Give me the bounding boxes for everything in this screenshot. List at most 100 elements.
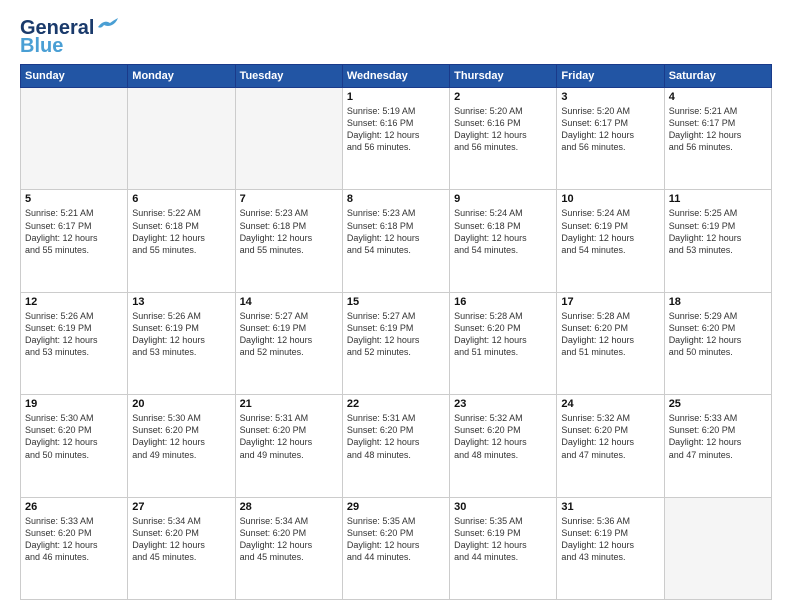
day-number: 15	[347, 296, 445, 308]
day-info: Sunrise: 5:27 AM Sunset: 6:19 PM Dayligh…	[240, 310, 338, 359]
day-number: 24	[561, 398, 659, 410]
calendar-day-empty	[128, 88, 235, 190]
calendar-day-12: 12Sunrise: 5:26 AM Sunset: 6:19 PM Dayli…	[21, 292, 128, 394]
calendar-day-28: 28 Sunrise: 5:34 AM Sunset: 6:20 PM Dayli…	[235, 497, 342, 599]
day-info: Sunrise: 5:34 AM Sunset: 6:20 PM Dayligh…	[132, 515, 230, 564]
calendar-day-8: 8 Sunrise: 5:23 AM Sunset: 6:18 PM Daylig…	[342, 190, 449, 292]
calendar-day-25: 25Sunrise: 5:33 AM Sunset: 6:20 PM Dayli…	[664, 395, 771, 497]
calendar-day-9: 9 Sunrise: 5:24 AM Sunset: 6:18 PM Daylig…	[450, 190, 557, 292]
day-info: Sunrise: 5:22 AM Sunset: 6:18 PM Dayligh…	[132, 207, 230, 256]
calendar-day-15: 15 Sunrise: 5:27 AM Sunset: 6:19 PM Dayli…	[342, 292, 449, 394]
day-info: Sunrise: 5:21 AM Sunset: 6:17 PM Dayligh…	[25, 207, 123, 256]
weekday-header-monday: Monday	[128, 65, 235, 88]
day-number: 14	[240, 296, 338, 308]
page: General Blue SundayMondayTuesdayWednesda…	[0, 0, 792, 612]
day-info: Sunrise: 5:20 AM Sunset: 6:16 PM Dayligh…	[454, 105, 552, 154]
day-number: 16	[454, 296, 552, 308]
weekday-header-tuesday: Tuesday	[235, 65, 342, 88]
day-number: 21	[240, 398, 338, 410]
weekday-header-friday: Friday	[557, 65, 664, 88]
day-info: Sunrise: 5:20 AM Sunset: 6:17 PM Dayligh…	[561, 105, 659, 154]
day-number: 2	[454, 91, 552, 103]
calendar-day-20: 20 Sunrise: 5:30 AM Sunset: 6:20 PM Dayli…	[128, 395, 235, 497]
day-number: 28	[240, 501, 338, 513]
calendar-day-empty	[21, 88, 128, 190]
logo-bird-icon	[96, 17, 118, 33]
day-info: Sunrise: 5:35 AM Sunset: 6:19 PM Dayligh…	[454, 515, 552, 564]
day-info: Sunrise: 5:24 AM Sunset: 6:18 PM Dayligh…	[454, 207, 552, 256]
day-info: Sunrise: 5:28 AM Sunset: 6:20 PM Dayligh…	[561, 310, 659, 359]
calendar-table: SundayMondayTuesdayWednesdayThursdayFrid…	[20, 64, 772, 600]
day-number: 18	[669, 296, 767, 308]
calendar-day-16: 16 Sunrise: 5:28 AM Sunset: 6:20 PM Dayli…	[450, 292, 557, 394]
day-number: 13	[132, 296, 230, 308]
calendar-day-30: 30 Sunrise: 5:35 AM Sunset: 6:19 PM Dayli…	[450, 497, 557, 599]
calendar-day-14: 14 Sunrise: 5:27 AM Sunset: 6:19 PM Dayli…	[235, 292, 342, 394]
calendar-week-row: 1 Sunrise: 5:19 AM Sunset: 6:16 PM Daylig…	[21, 88, 772, 190]
calendar-day-7: 7Sunrise: 5:23 AM Sunset: 6:18 PM Daylig…	[235, 190, 342, 292]
day-info: Sunrise: 5:31 AM Sunset: 6:20 PM Dayligh…	[240, 412, 338, 461]
day-info: Sunrise: 5:30 AM Sunset: 6:20 PM Dayligh…	[25, 412, 123, 461]
day-info: Sunrise: 5:25 AM Sunset: 6:19 PM Dayligh…	[669, 207, 767, 256]
day-info: Sunrise: 5:33 AM Sunset: 6:20 PM Dayligh…	[25, 515, 123, 564]
calendar-day-23: 23 Sunrise: 5:32 AM Sunset: 6:20 PM Dayli…	[450, 395, 557, 497]
calendar-day-19: 19 Sunrise: 5:30 AM Sunset: 6:20 PM Dayli…	[21, 395, 128, 497]
weekday-header-sunday: Sunday	[21, 65, 128, 88]
logo-blue: Blue	[20, 36, 63, 56]
day-number: 31	[561, 501, 659, 513]
day-number: 25	[669, 398, 767, 410]
weekday-header-thursday: Thursday	[450, 65, 557, 88]
calendar-day-22: 22 Sunrise: 5:31 AM Sunset: 6:20 PM Dayli…	[342, 395, 449, 497]
day-number: 10	[561, 193, 659, 205]
calendar-day-3: 3 Sunrise: 5:20 AM Sunset: 6:17 PM Daylig…	[557, 88, 664, 190]
day-number: 23	[454, 398, 552, 410]
day-info: Sunrise: 5:29 AM Sunset: 6:20 PM Dayligh…	[669, 310, 767, 359]
day-number: 6	[132, 193, 230, 205]
calendar-day-21: 21 Sunrise: 5:31 AM Sunset: 6:20 PM Dayli…	[235, 395, 342, 497]
calendar-day-27: 27 Sunrise: 5:34 AM Sunset: 6:20 PM Dayli…	[128, 497, 235, 599]
day-number: 26	[25, 501, 123, 513]
calendar-day-13: 13 Sunrise: 5:26 AM Sunset: 6:19 PM Dayli…	[128, 292, 235, 394]
day-number: 3	[561, 91, 659, 103]
day-info: Sunrise: 5:32 AM Sunset: 6:20 PM Dayligh…	[454, 412, 552, 461]
day-info: Sunrise: 5:31 AM Sunset: 6:20 PM Dayligh…	[347, 412, 445, 461]
calendar-day-11: 11 Sunrise: 5:25 AM Sunset: 6:19 PM Dayli…	[664, 190, 771, 292]
day-number: 29	[347, 501, 445, 513]
day-info: Sunrise: 5:19 AM Sunset: 6:16 PM Dayligh…	[347, 105, 445, 154]
day-info: Sunrise: 5:30 AM Sunset: 6:20 PM Dayligh…	[132, 412, 230, 461]
day-info: Sunrise: 5:28 AM Sunset: 6:20 PM Dayligh…	[454, 310, 552, 359]
day-number: 4	[669, 91, 767, 103]
day-info: Sunrise: 5:26 AM Sunset: 6:19 PM Dayligh…	[132, 310, 230, 359]
calendar-day-29: 29Sunrise: 5:35 AM Sunset: 6:20 PM Dayli…	[342, 497, 449, 599]
calendar-week-row: 26 Sunrise: 5:33 AM Sunset: 6:20 PM Dayli…	[21, 497, 772, 599]
weekday-header-row: SundayMondayTuesdayWednesdayThursdayFrid…	[21, 65, 772, 88]
day-number: 30	[454, 501, 552, 513]
logo: General Blue	[20, 18, 118, 56]
day-number: 11	[669, 193, 767, 205]
calendar-week-row: 5Sunrise: 5:21 AM Sunset: 6:17 PM Daylig…	[21, 190, 772, 292]
day-info: Sunrise: 5:36 AM Sunset: 6:19 PM Dayligh…	[561, 515, 659, 564]
calendar-day-4: 4 Sunrise: 5:21 AM Sunset: 6:17 PM Daylig…	[664, 88, 771, 190]
calendar-week-row: 12Sunrise: 5:26 AM Sunset: 6:19 PM Dayli…	[21, 292, 772, 394]
day-number: 27	[132, 501, 230, 513]
day-number: 19	[25, 398, 123, 410]
day-number: 7	[240, 193, 338, 205]
day-info: Sunrise: 5:21 AM Sunset: 6:17 PM Dayligh…	[669, 105, 767, 154]
day-number: 22	[347, 398, 445, 410]
calendar-day-2: 2 Sunrise: 5:20 AM Sunset: 6:16 PM Daylig…	[450, 88, 557, 190]
calendar-day-5: 5Sunrise: 5:21 AM Sunset: 6:17 PM Daylig…	[21, 190, 128, 292]
day-number: 9	[454, 193, 552, 205]
day-info: Sunrise: 5:32 AM Sunset: 6:20 PM Dayligh…	[561, 412, 659, 461]
calendar-day-10: 10 Sunrise: 5:24 AM Sunset: 6:19 PM Dayli…	[557, 190, 664, 292]
day-info: Sunrise: 5:27 AM Sunset: 6:19 PM Dayligh…	[347, 310, 445, 359]
day-info: Sunrise: 5:23 AM Sunset: 6:18 PM Dayligh…	[347, 207, 445, 256]
day-info: Sunrise: 5:24 AM Sunset: 6:19 PM Dayligh…	[561, 207, 659, 256]
day-number: 8	[347, 193, 445, 205]
calendar-day-24: 24 Sunrise: 5:32 AM Sunset: 6:20 PM Dayli…	[557, 395, 664, 497]
calendar-day-6: 6 Sunrise: 5:22 AM Sunset: 6:18 PM Daylig…	[128, 190, 235, 292]
calendar-day-18: 18 Sunrise: 5:29 AM Sunset: 6:20 PM Dayli…	[664, 292, 771, 394]
day-number: 1	[347, 91, 445, 103]
calendar-day-17: 17Sunrise: 5:28 AM Sunset: 6:20 PM Dayli…	[557, 292, 664, 394]
day-number: 20	[132, 398, 230, 410]
day-info: Sunrise: 5:34 AM Sunset: 6:20 PM Dayligh…	[240, 515, 338, 564]
